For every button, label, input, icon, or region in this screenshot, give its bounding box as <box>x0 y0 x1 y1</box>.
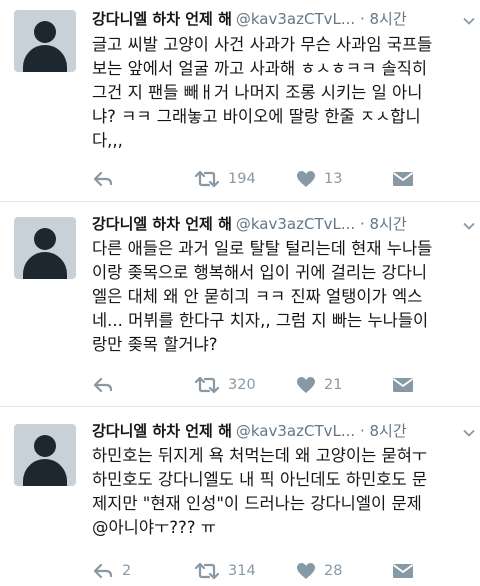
reply-count: 2 <box>122 563 132 579</box>
like-button[interactable]: 21 <box>296 374 342 396</box>
display-name[interactable]: 강다니엘 하차 언제 해 <box>92 422 232 440</box>
envelope-icon <box>392 172 414 186</box>
retweet-icon <box>194 376 220 394</box>
heart-icon <box>297 171 315 187</box>
avatar-default-head <box>34 435 56 457</box>
dm-button[interactable] <box>392 560 414 582</box>
reply-icon <box>93 563 113 579</box>
tweet-actions: 2 314 28 <box>92 560 460 582</box>
chevron-down-icon[interactable] <box>462 426 476 440</box>
user-handle[interactable]: @kav3azCTvL... <box>236 10 355 28</box>
tweet-text: 하민호는 뒤지게 욕 처먹는데 왜 고양이는 묻혀ㅜ 하민호도 강다니엘도 내 … <box>92 446 428 537</box>
separator-dot: · <box>359 10 365 28</box>
separator-dot: · <box>359 422 365 440</box>
like-button[interactable]: 28 <box>296 560 342 582</box>
retweet-count: 314 <box>228 563 256 579</box>
dm-button[interactable] <box>392 168 414 190</box>
chevron-down-icon[interactable] <box>462 219 476 233</box>
chevron-down-icon[interactable] <box>462 14 476 28</box>
tweet[interactable]: 강다니엘 하차 언제 해 @kav3azCTvL... · 8시간 하민호는 뒤지… <box>0 407 480 586</box>
reply-icon <box>93 171 113 187</box>
like-count: 13 <box>324 171 343 187</box>
avatar[interactable] <box>14 424 76 486</box>
tweet[interactable]: 강다니엘 하차 언제 해 @kav3azCTvL... · 8시간 글고 씨발 고… <box>0 0 480 202</box>
retweet-icon <box>194 170 220 188</box>
tweet-timestamp[interactable]: 8시간 <box>370 10 407 28</box>
tweet-feed: 강다니엘 하차 언제 해 @kav3azCTvL... · 8시간 글고 씨발 고… <box>0 0 480 586</box>
retweet-button[interactable]: 320 <box>194 374 256 396</box>
avatar-default-head <box>34 21 56 43</box>
avatar-default-body <box>23 252 67 279</box>
separator-dot: · <box>359 215 365 233</box>
heart-icon <box>297 377 315 393</box>
reply-button[interactable]: 2 <box>92 560 131 582</box>
reply-button[interactable] <box>92 168 122 190</box>
user-handle[interactable]: @kav3azCTvL... <box>236 215 355 233</box>
tweet-text: 다른 애들은 과거 일로 탈탈 털리는데 현재 누나들 이랑 좆목으로 행복해서… <box>92 239 433 354</box>
like-button[interactable]: 13 <box>296 168 342 190</box>
display-name[interactable]: 강다니엘 하차 언제 해 <box>92 215 232 233</box>
retweet-button[interactable]: 314 <box>194 560 256 582</box>
tweet-header: 강다니엘 하차 언제 해 @kav3azCTvL... · 8시간 <box>92 420 472 442</box>
tweet-header: 강다니엘 하차 언제 해 @kav3azCTvL... · 8시간 <box>92 213 472 235</box>
avatar[interactable] <box>14 217 76 279</box>
like-count: 21 <box>324 377 343 393</box>
dm-button[interactable] <box>392 374 414 396</box>
retweet-count: 194 <box>228 171 256 187</box>
tweet-header: 강다니엘 하차 언제 해 @kav3azCTvL... · 8시간 <box>92 8 472 30</box>
user-handle[interactable]: @kav3azCTvL... <box>236 422 355 440</box>
heart-icon <box>297 563 315 579</box>
retweet-count: 320 <box>228 377 256 393</box>
tweet[interactable]: 강다니엘 하차 언제 해 @kav3azCTvL... · 8시간 다른 애들은 … <box>0 202 480 407</box>
envelope-icon <box>392 564 414 578</box>
retweet-button[interactable]: 194 <box>194 168 256 190</box>
tweet-text: 글고 씨발 고양이 사건 사과가 무슨 사과임 국프들 보는 앞에서 얼굴 까고… <box>92 35 433 150</box>
avatar-default-head <box>34 228 56 250</box>
tweet-actions: 320 21 <box>92 374 460 396</box>
avatar-default-body <box>23 45 67 72</box>
tweet-timestamp[interactable]: 8시간 <box>370 215 407 233</box>
reply-icon <box>93 377 113 393</box>
avatar[interactable] <box>14 10 76 72</box>
reply-button[interactable] <box>92 374 122 396</box>
display-name[interactable]: 강다니엘 하차 언제 해 <box>92 10 232 28</box>
envelope-icon <box>392 378 414 392</box>
like-count: 28 <box>324 563 343 579</box>
retweet-icon <box>194 562 220 580</box>
tweet-timestamp[interactable]: 8시간 <box>370 422 407 440</box>
avatar-default-body <box>23 459 67 486</box>
tweet-actions: 194 13 <box>92 168 460 190</box>
